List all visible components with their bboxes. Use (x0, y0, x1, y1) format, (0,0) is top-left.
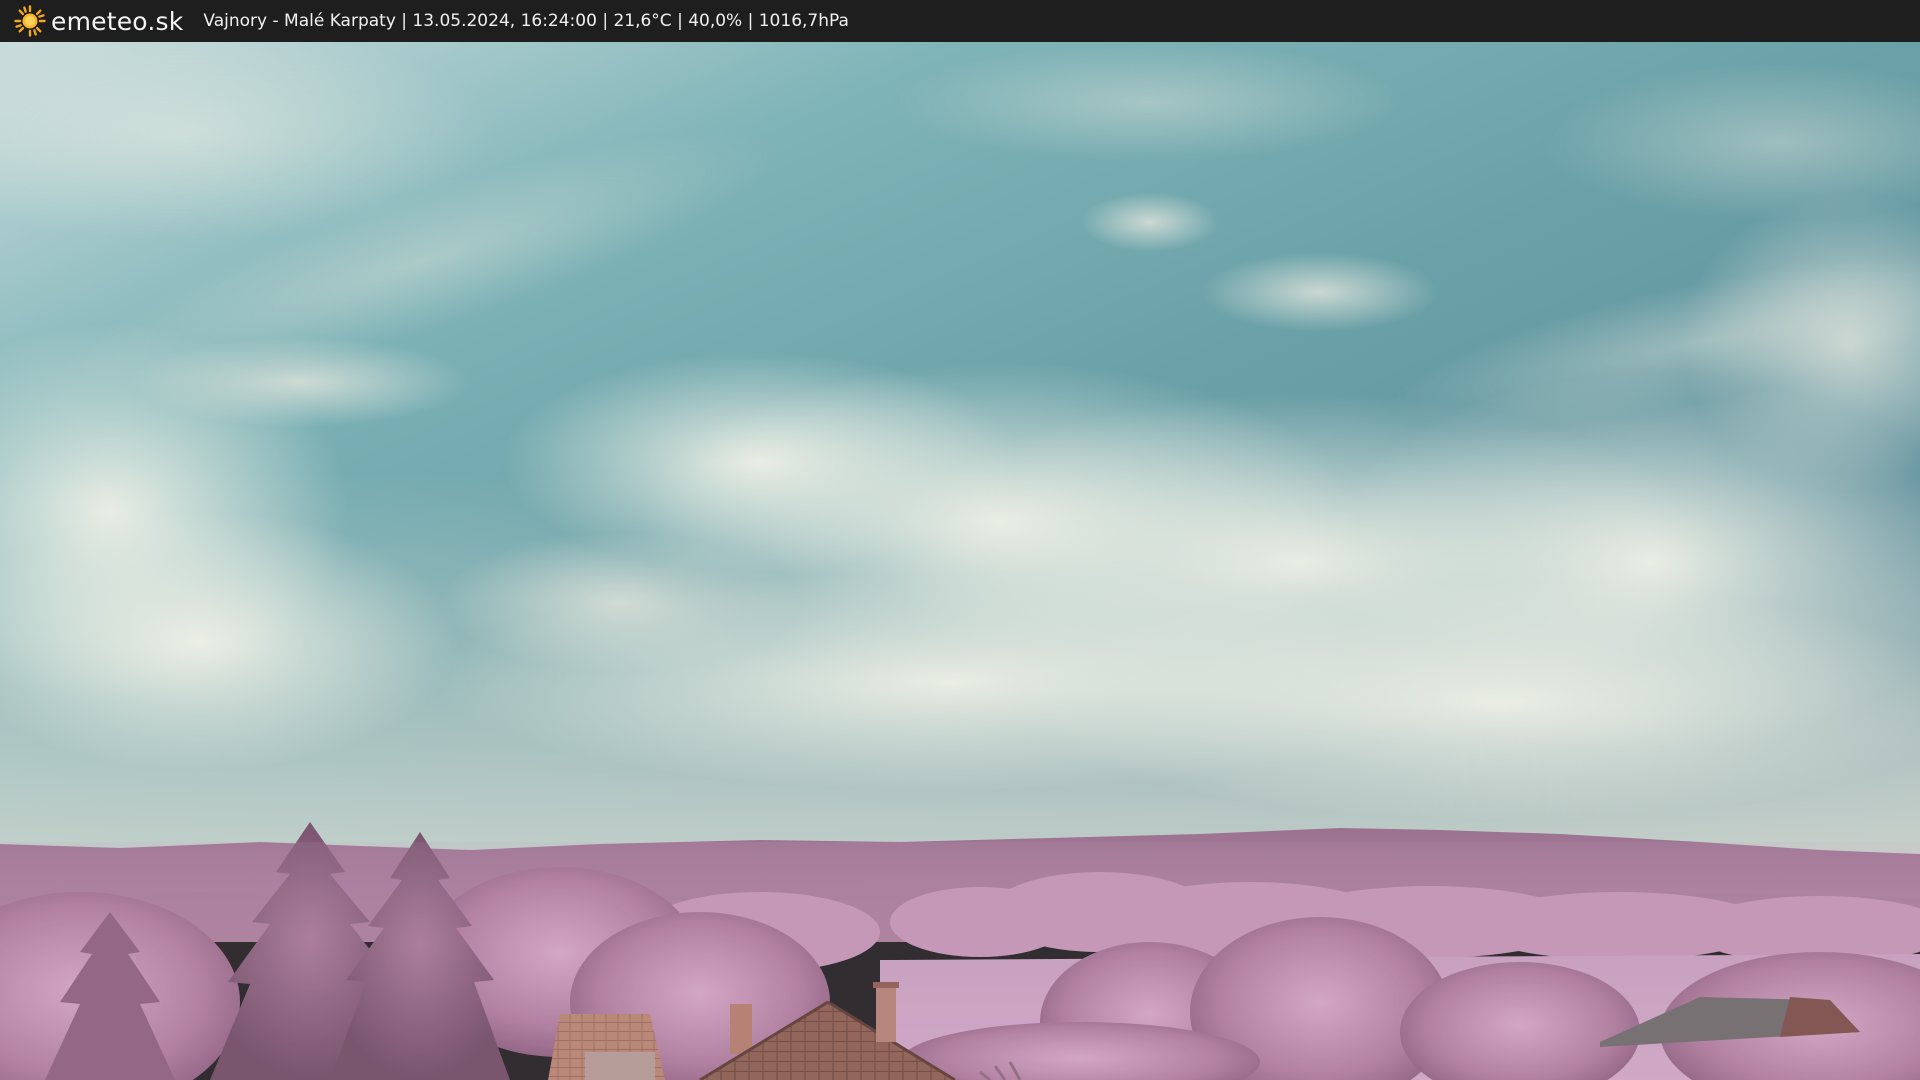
header-bar: emeteo.sk Vajnory - Malé Karpaty | 13.05… (0, 0, 1920, 42)
site-logo[interactable]: emeteo.sk (14, 5, 183, 37)
sun-icon (14, 5, 46, 37)
brand-name: emeteo.sk (51, 6, 184, 36)
webcam-caption: Vajnory - Malé Karpaty | 13.05.2024, 16:… (203, 11, 849, 31)
webcam-image (0, 42, 1920, 1080)
